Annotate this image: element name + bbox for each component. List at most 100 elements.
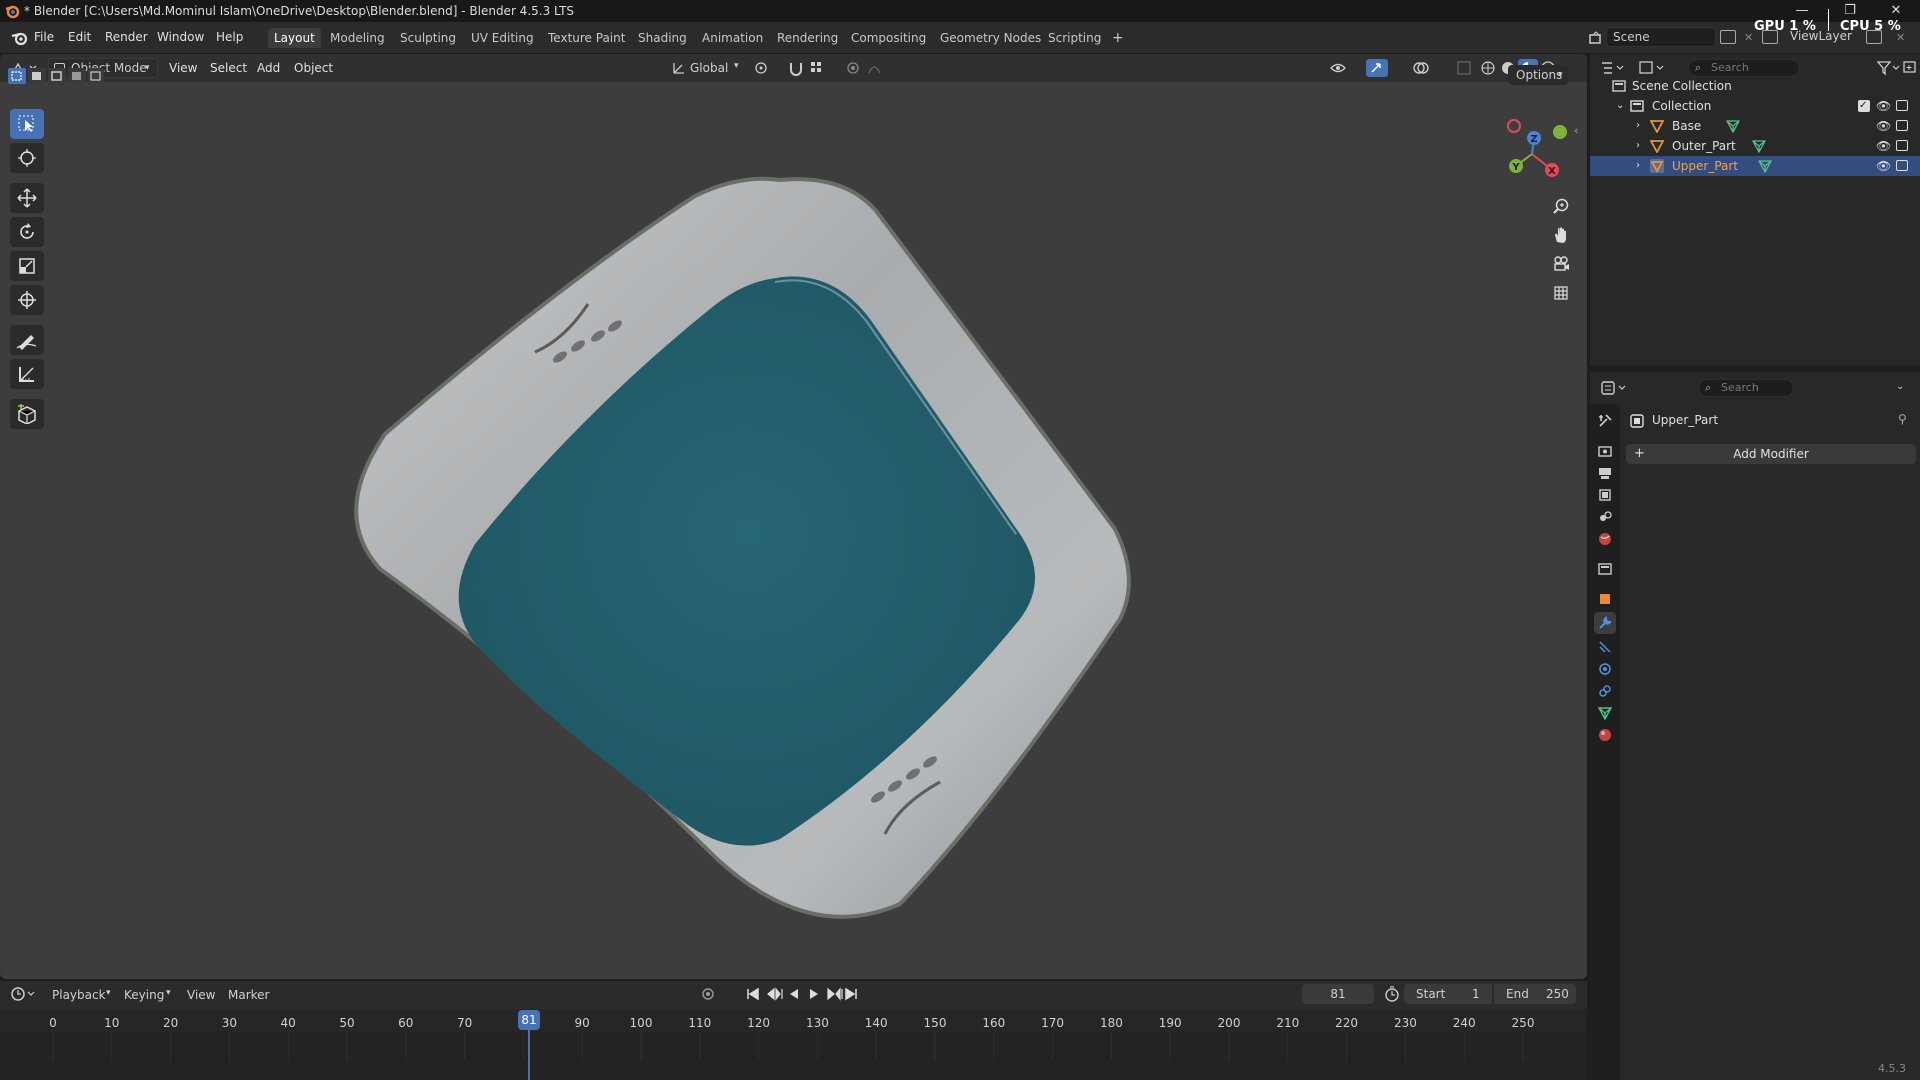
annotate-tool[interactable] <box>10 325 44 355</box>
outliner-object-base[interactable]: › Base 👁 <box>1590 116 1920 136</box>
outliner-object-outer-part[interactable]: › Outer_Part 👁 <box>1590 136 1920 156</box>
add-modifier-button[interactable]: + Add Modifier <box>1626 444 1916 464</box>
transform-tool[interactable] <box>10 285 44 315</box>
timeline-editor-type-icon[interactable] <box>10 986 36 1002</box>
camera-render-icon[interactable] <box>1896 160 1908 171</box>
tab-modeling[interactable]: Modeling <box>324 28 391 48</box>
options-dropdown[interactable]: Options ▾ <box>1508 65 1568 85</box>
chevron-right-icon[interactable]: › <box>1636 136 1640 156</box>
auto-keying-icon[interactable] <box>700 986 720 1002</box>
menu-help[interactable]: Help <box>216 30 243 44</box>
playback-controls[interactable] <box>746 986 858 1002</box>
camera-render-icon[interactable] <box>1896 140 1908 151</box>
pin-icon[interactable]: ⚲ <box>1898 412 1907 426</box>
timeline-menu-view[interactable]: View <box>187 988 215 1002</box>
playhead-label[interactable]: 81 <box>518 1010 540 1030</box>
snap-icon[interactable] <box>788 60 804 76</box>
pivot-point-icon[interactable] <box>754 61 778 75</box>
selection-mode-buttons[interactable] <box>8 66 104 86</box>
tab-geometry-nodes[interactable]: Geometry Nodes <box>934 28 1047 48</box>
playhead-line[interactable] <box>528 1030 530 1080</box>
tab-modifiers[interactable] <box>1594 612 1616 634</box>
tab-texture-paint[interactable]: Texture Paint <box>542 28 631 48</box>
collapse-sidebar-icon[interactable]: ‹ <box>1574 124 1578 137</box>
outliner-object-upper-part[interactable]: › Upper_Part 👁 <box>1590 156 1920 176</box>
chevron-right-icon[interactable]: › <box>1636 116 1640 136</box>
visibility-selectability-icon[interactable] <box>1330 60 1356 76</box>
tab-view-layer[interactable] <box>1594 484 1616 506</box>
timeline-menu-marker[interactable]: Marker <box>228 988 269 1002</box>
chevron-down-icon[interactable]: ⌄ <box>1896 381 1904 392</box>
eye-icon[interactable]: 👁 <box>1876 96 1891 116</box>
snap-target-icon[interactable] <box>810 61 832 75</box>
zoom-button[interactable] <box>1547 192 1575 220</box>
camera-render-icon[interactable] <box>1896 100 1908 111</box>
exclude-checkbox[interactable]: ✓ <box>1858 100 1870 112</box>
timeline-editor[interactable]: Playback ▾ Keying ▾ View Marker 81 Start… <box>0 981 1587 1080</box>
scale-tool[interactable] <box>10 251 44 281</box>
orientation-dropdown[interactable]: Global ▾ <box>670 58 742 78</box>
outliner-search-input[interactable]: ⌕ Search <box>1688 59 1800 77</box>
blender-menu-icon[interactable] <box>10 30 28 46</box>
display-mode-icon[interactable] <box>1638 60 1666 76</box>
tab-animation[interactable]: Animation <box>696 28 769 48</box>
tab-collection[interactable] <box>1594 558 1616 580</box>
outliner-editor-type-icon[interactable] <box>1600 60 1626 76</box>
current-frame-field[interactable]: 81 <box>1302 984 1374 1004</box>
tab-object[interactable] <box>1594 588 1616 610</box>
eye-icon[interactable]: 👁 <box>1876 156 1891 176</box>
scene-collection-row[interactable]: Scene Collection <box>1590 76 1920 96</box>
xray-icon[interactable] <box>1456 60 1472 76</box>
add-cube-tool[interactable] <box>10 399 44 429</box>
tab-render[interactable] <box>1594 440 1616 462</box>
falloff-icon[interactable] <box>868 61 890 75</box>
new-scene-icon[interactable] <box>1720 30 1736 44</box>
viewport-menu-add[interactable]: Add <box>257 61 280 75</box>
measure-tool[interactable] <box>10 359 44 389</box>
timeline-menu-playback[interactable]: Playback <box>52 988 106 1002</box>
properties-search-input[interactable]: ⌕ Search <box>1698 379 1794 397</box>
scene-field[interactable]: Scene <box>1606 27 1716 47</box>
proportional-edit-icon[interactable] <box>846 61 860 75</box>
new-collection-icon[interactable] <box>1902 59 1918 75</box>
menu-file[interactable]: File <box>34 30 54 44</box>
navigation-gizmo[interactable]: X Y Z <box>1490 112 1570 192</box>
3d-viewport[interactable]: Object Mode ▾ View Select Add Object Glo… <box>0 54 1587 979</box>
tab-scene[interactable] <box>1594 506 1616 528</box>
tab-layout[interactable]: Layout <box>268 28 321 48</box>
properties-editor[interactable]: ⌕ Search ⌄ Upper_Part ⚲ + Add Modifier 4… <box>1590 372 1920 1080</box>
outliner[interactable]: ⌕ Search Scene Collection ⌄ Collection ✓… <box>1590 54 1920 366</box>
tab-tool[interactable] <box>1594 410 1616 432</box>
filter-icon[interactable] <box>1876 59 1902 77</box>
tab-world[interactable] <box>1594 528 1616 550</box>
tab-output[interactable] <box>1594 462 1616 484</box>
model-upper-part[interactable] <box>340 114 1140 954</box>
wireframe-shading-icon[interactable] <box>1480 60 1496 76</box>
overlays-icon[interactable] <box>1412 60 1430 76</box>
tab-rendering[interactable]: Rendering <box>771 28 844 48</box>
chevron-down-icon[interactable]: ⌄ <box>1616 96 1624 116</box>
gizmo-toggle-button[interactable] <box>1366 59 1388 77</box>
start-frame-field[interactable]: Start 1 <box>1404 984 1492 1004</box>
tab-uv-editing[interactable]: UV Editing <box>465 28 540 48</box>
menu-edit[interactable]: Edit <box>68 30 91 44</box>
viewport-menu-select[interactable]: Select <box>210 61 247 75</box>
tab-material[interactable] <box>1594 724 1616 746</box>
tab-shading[interactable]: Shading <box>632 28 693 48</box>
chevron-right-icon[interactable]: › <box>1636 156 1640 176</box>
tab-sculpting[interactable]: Sculpting <box>394 28 462 48</box>
preview-range-icon[interactable] <box>1384 986 1400 1002</box>
tab-constraints[interactable] <box>1594 680 1616 702</box>
camera-render-icon[interactable] <box>1896 120 1908 131</box>
menu-window[interactable]: Window <box>157 30 204 44</box>
pan-button[interactable] <box>1547 221 1575 249</box>
select-box-tool[interactable] <box>10 109 44 139</box>
perspective-toggle-button[interactable] <box>1547 279 1575 307</box>
collection-row[interactable]: ⌄ Collection ✓ 👁 <box>1590 96 1920 116</box>
add-workspace-button[interactable]: + <box>1106 28 1130 48</box>
eye-icon[interactable]: 👁 <box>1876 136 1891 156</box>
tab-particles[interactable] <box>1594 636 1616 658</box>
tab-compositing[interactable]: Compositing <box>845 28 932 48</box>
timeline-menu-keying[interactable]: Keying <box>124 988 164 1002</box>
tab-physics[interactable] <box>1594 658 1616 680</box>
